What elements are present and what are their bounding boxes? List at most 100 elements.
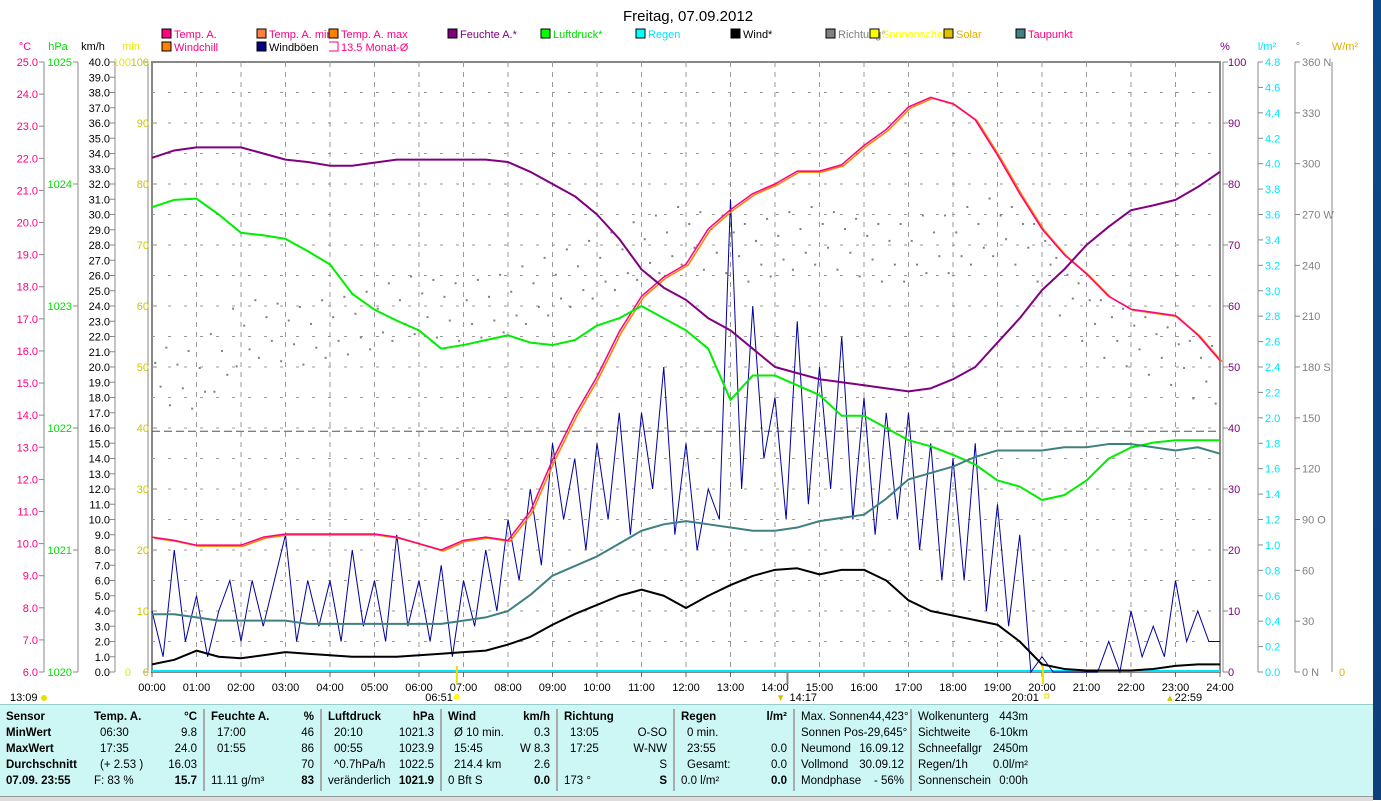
rain-tick-label: 2.2 bbox=[1265, 387, 1280, 399]
temp-time: 17:35 bbox=[100, 743, 129, 755]
direction-point bbox=[232, 307, 235, 310]
percent-axis-unit: % bbox=[1220, 41, 1230, 53]
direction-point bbox=[204, 390, 207, 393]
hum-time: 11.11 g/m³ bbox=[211, 775, 265, 787]
direction-point bbox=[982, 246, 985, 249]
direction-point bbox=[1058, 314, 1061, 317]
legend-label: Temp. A. max bbox=[341, 29, 408, 41]
temp-value: 9.8 bbox=[181, 727, 197, 739]
direction-point bbox=[680, 263, 683, 266]
hum-time bbox=[211, 757, 217, 773]
celsius-tick-label: 15.0 bbox=[17, 378, 38, 390]
direction-point bbox=[582, 289, 585, 292]
direction-point bbox=[893, 263, 896, 266]
direction-point bbox=[888, 239, 891, 242]
direction-point bbox=[346, 353, 349, 356]
press-header: Luftdruck bbox=[328, 711, 382, 723]
kmh-tick-label: 21.0 bbox=[89, 347, 110, 359]
direction-point bbox=[591, 297, 594, 300]
direction-point bbox=[791, 268, 794, 271]
direction-point bbox=[532, 282, 535, 285]
x-tick-label: 14:00 bbox=[761, 682, 789, 694]
direction-point bbox=[966, 206, 969, 209]
direction-point bbox=[916, 263, 919, 266]
grid bbox=[151, 61, 1221, 677]
kmh-tick-label: 36.0 bbox=[89, 118, 110, 130]
celsius-tick-label: 22.0 bbox=[17, 153, 38, 165]
direction-point bbox=[1116, 339, 1119, 342]
direction-point bbox=[213, 390, 216, 393]
x-tick-label: 12:00 bbox=[672, 682, 700, 694]
deg-tick-label: 180 S bbox=[1302, 362, 1331, 374]
direction-point bbox=[992, 255, 995, 258]
legend-swatch bbox=[825, 28, 836, 39]
solar-tick-label: 0 bbox=[1339, 667, 1345, 679]
direction-point bbox=[821, 222, 824, 225]
direction-point bbox=[1170, 383, 1173, 386]
direction-point bbox=[398, 299, 401, 302]
wind-time: Ø 10 min. bbox=[454, 727, 504, 739]
direction-point bbox=[359, 336, 362, 339]
rain-header: Regen bbox=[681, 711, 717, 723]
direction-point bbox=[960, 255, 963, 258]
misc-label: Schneefallgr bbox=[918, 743, 982, 755]
x-tick-label: 21:00 bbox=[1073, 682, 1101, 694]
x-tick-label: 16:00 bbox=[850, 682, 878, 694]
direction-point bbox=[932, 231, 935, 234]
direction-point bbox=[702, 268, 705, 271]
direction-point bbox=[243, 324, 246, 327]
direction-point bbox=[955, 231, 958, 234]
rain-value: 0.0 bbox=[771, 743, 787, 755]
rain-tick-label: 2.6 bbox=[1265, 337, 1280, 349]
direction-point bbox=[280, 360, 283, 363]
direction-point bbox=[738, 255, 741, 258]
direction-point bbox=[471, 322, 474, 325]
legend-swatch bbox=[1015, 28, 1026, 39]
rain-tick-label: 3.8 bbox=[1265, 184, 1280, 196]
direction-point bbox=[154, 361, 157, 364]
wind-time: 15:45 bbox=[454, 743, 483, 755]
direction-point bbox=[369, 348, 372, 351]
dir-value: W-NW bbox=[633, 743, 667, 755]
x-tick-label: 22:00 bbox=[1117, 682, 1145, 694]
rain-tick-label: 1.4 bbox=[1265, 489, 1280, 501]
rain-tick-label: 2.0 bbox=[1265, 413, 1280, 425]
direction-point bbox=[499, 273, 502, 276]
rain-time: 23:55 bbox=[687, 743, 716, 755]
rain-tick-label: 0.8 bbox=[1265, 565, 1280, 577]
inner-tick-label: 30 bbox=[137, 484, 149, 496]
press-column: Luftdruck hPa 20:10 1021.3 00:55 1023.9 ^0.7hP… bbox=[322, 709, 442, 791]
press-value: 1022.5 bbox=[398, 759, 434, 771]
direction-point bbox=[502, 331, 505, 334]
direction-point bbox=[1036, 280, 1039, 283]
direction-point bbox=[903, 280, 906, 283]
rain-tick-label: 1.6 bbox=[1265, 464, 1280, 476]
percent-tick-label: 50 bbox=[1228, 362, 1240, 374]
inner-tick-label: 70 bbox=[137, 240, 149, 252]
direction-point bbox=[988, 197, 991, 200]
deg-tick-label: 360 N bbox=[1302, 57, 1331, 69]
celsius-axis-unit: °C bbox=[19, 41, 31, 53]
direction-point bbox=[658, 272, 661, 275]
chart-title: Freitag, 07.09.2012 bbox=[623, 8, 753, 25]
temp-unit: °C bbox=[184, 711, 197, 723]
hum-header: Feuchte A. bbox=[211, 711, 270, 723]
legend-swatch bbox=[256, 28, 267, 39]
x-tick-label: 03:00 bbox=[272, 682, 300, 694]
summary-panel: Sensor MinWert MaxWert Durchschnitt 07.0… bbox=[0, 704, 1373, 797]
temp-header: Temp. A. bbox=[94, 711, 142, 723]
direction-point bbox=[302, 363, 305, 366]
celsius-tick-label: 19.0 bbox=[17, 250, 38, 262]
wind-value: 0.3 bbox=[534, 727, 550, 739]
legend-swatch bbox=[447, 28, 458, 39]
hum-column: Feuchte A.% 17:00 46 01:55 86 70 11.11 g/m³ 83 bbox=[205, 709, 322, 791]
direction-point bbox=[476, 278, 479, 281]
direction-point bbox=[1122, 307, 1125, 310]
direction-point bbox=[782, 258, 785, 261]
press-time: 20:10 bbox=[334, 727, 363, 739]
kmh-tick-label: 1.0 bbox=[95, 652, 110, 664]
direction-point bbox=[560, 297, 563, 300]
celsius-tick-label: 20.0 bbox=[17, 218, 38, 230]
direction-point bbox=[754, 239, 757, 242]
direction-point bbox=[621, 248, 624, 251]
